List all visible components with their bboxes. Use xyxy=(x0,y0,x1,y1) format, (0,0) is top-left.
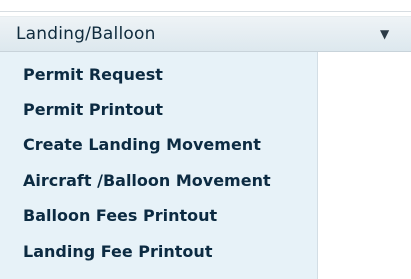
chevron-down-icon[interactable]: ▼ xyxy=(380,27,389,41)
menu-item-aircraft-balloon-movement[interactable]: Aircraft /Balloon Movement xyxy=(0,163,318,198)
dropdown-selected-label: Landing/Balloon xyxy=(16,24,156,44)
menu-item-create-landing-movement[interactable]: Create Landing Movement xyxy=(0,127,318,162)
menu-item-balloon-fees-printout[interactable]: Balloon Fees Printout xyxy=(0,198,318,233)
menu-item-permit-request[interactable]: Permit Request xyxy=(0,57,318,92)
menu-item-landing-fee-printout[interactable]: Landing Fee Printout xyxy=(0,234,318,269)
top-divider xyxy=(0,11,411,12)
dropdown-menu: Permit Request Permit Printout Create La… xyxy=(0,52,318,279)
menu-item-permit-printout[interactable]: Permit Printout xyxy=(0,92,318,127)
landing-balloon-dropdown[interactable]: Landing/Balloon ▼ xyxy=(0,16,411,52)
